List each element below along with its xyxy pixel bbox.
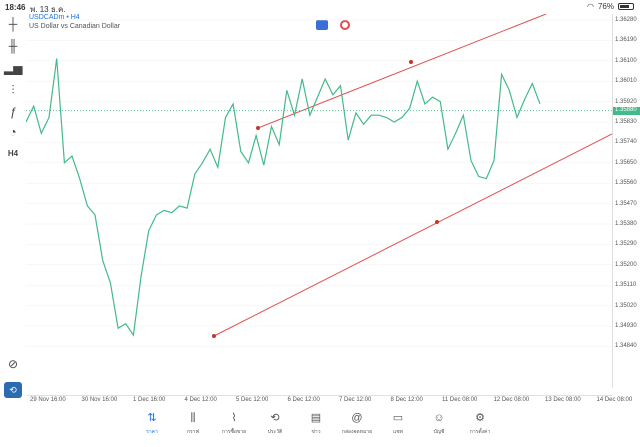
status-bar: 18:46 พ. 13 ธ.ค. ◠ 76% bbox=[0, 0, 640, 14]
indicators-icon[interactable]: ⫶ bbox=[4, 82, 22, 98]
nav-label: การตั้งค่า bbox=[469, 429, 491, 435]
time-tick-label: 4 Dec 12:00 bbox=[184, 397, 217, 403]
price-tick-label: 1.35740 bbox=[615, 139, 637, 146]
time-tick-label: 1 Dec 16:00 bbox=[133, 397, 166, 403]
price-tick-label: 1.34840 bbox=[615, 343, 637, 350]
crosshair-icon[interactable]: ┼ bbox=[4, 16, 22, 32]
price-tick-label: 1.35650 bbox=[615, 159, 637, 166]
price-tick-label: 1.35470 bbox=[615, 200, 637, 207]
bottom-nav: ⇅ ราคา ⫼ กราฟ ⌇ การซื้อขาย ⟲ ประวัติ ▤ ข่าว @ กล่อง… bbox=[130, 408, 510, 447]
time-tick-label: 29 Nov 16:00 bbox=[30, 397, 66, 403]
mailbox-icon: @ bbox=[351, 412, 363, 424]
nav-label: ข่าว bbox=[311, 429, 321, 435]
trendline-anchor[interactable] bbox=[409, 60, 413, 64]
price-tick-label: 1.36010 bbox=[615, 78, 637, 85]
price-tick-label: 1.36190 bbox=[615, 37, 637, 44]
nav-label: บัญชี bbox=[433, 429, 445, 435]
trade-icon: ⌇ bbox=[231, 412, 237, 424]
price-tick-label: 1.36100 bbox=[615, 57, 637, 64]
left-toolbar: ┼ ╫ ▂▅ ⫶ ƒ ◔ H4 ⊘ ⟲ bbox=[0, 14, 26, 404]
battery-icon bbox=[618, 3, 634, 10]
price-tick-label: 1.35380 bbox=[615, 221, 637, 227]
time-tick-label: 13 Dec 08:00 bbox=[545, 397, 581, 403]
chart-area[interactable]: USDCADm • H4 US Dollar vs Canadian Dolla… bbox=[26, 14, 612, 388]
nav-label: ราคา bbox=[146, 429, 158, 435]
price-tick-label: 1.35020 bbox=[615, 302, 637, 309]
status-right: ◠ 76% bbox=[587, 2, 634, 11]
history-icon: ⟲ bbox=[270, 412, 280, 424]
zoom-icon[interactable]: ⊘ bbox=[4, 356, 22, 372]
nav-settings[interactable]: ⚙ การตั้งค่า bbox=[458, 408, 502, 447]
current-price-label: 1.35880 bbox=[613, 106, 640, 115]
battery-percent: 76% bbox=[597, 2, 614, 11]
time-tick-label: 14 Dec 08:00 bbox=[596, 397, 633, 403]
wifi-icon: ◠ bbox=[587, 2, 594, 11]
nav-news[interactable]: ▤ ข่าว bbox=[294, 408, 338, 447]
nav-chat[interactable]: ▭ แชท bbox=[376, 408, 420, 447]
account-icon: ☺ bbox=[433, 412, 445, 424]
price-tick-label: 1.35200 bbox=[615, 261, 637, 268]
trendline-upper[interactable] bbox=[257, 14, 547, 129]
logo-icon[interactable]: ⟲ bbox=[4, 382, 22, 398]
candlestick-icon[interactable]: ╫ bbox=[4, 38, 22, 54]
function-icon[interactable]: ƒ bbox=[4, 104, 22, 120]
price-tick-label: 1.36280 bbox=[615, 17, 637, 23]
nav-account[interactable]: ☺ บัญชี bbox=[417, 408, 461, 447]
price-axis[interactable]: 1.35880 1.36280 1.36190 1.36100 1.36010 1.35… bbox=[612, 14, 640, 388]
time-tick-label: 30 Nov 16:00 bbox=[81, 397, 118, 403]
price-tick-label: 1.35560 bbox=[615, 180, 637, 187]
nav-label: ประวัติ bbox=[267, 429, 283, 435]
price-tick-label: 1.35110 bbox=[615, 282, 637, 289]
chat-icon: ▭ bbox=[392, 412, 404, 424]
bar-chart-icon[interactable]: ▂▅ bbox=[4, 60, 22, 76]
status-time: 18:46 bbox=[5, 3, 26, 12]
price-tick-label: 1.35830 bbox=[615, 119, 637, 125]
nav-label: กราฟ bbox=[186, 429, 200, 435]
trendline-anchor[interactable] bbox=[256, 126, 260, 130]
time-tick-label: 11 Dec 08:00 bbox=[442, 397, 478, 403]
time-tick-label: 12 Dec 08:00 bbox=[493, 397, 530, 403]
price-tick-label: 1.35920 bbox=[615, 98, 637, 105]
time-axis[interactable]: 29 Nov 16:00 30 Nov 16:00 1 Dec 16:00 4 Dec… bbox=[26, 395, 632, 405]
shapes-icon[interactable]: ◔ bbox=[4, 124, 22, 140]
price-tick-label: 1.34930 bbox=[615, 323, 637, 329]
price-tick-label: 1.35290 bbox=[615, 241, 637, 248]
nav-label: กล่องจดหมาย bbox=[341, 429, 373, 435]
settings-icon: ⚙ bbox=[475, 412, 485, 424]
time-tick-label: 7 Dec 12:00 bbox=[339, 397, 372, 403]
quotes-icon: ⇅ bbox=[147, 412, 157, 424]
time-tick-label: 6 Dec 12:00 bbox=[287, 397, 320, 403]
timeframe-button[interactable]: H4 bbox=[4, 146, 22, 162]
news-icon: ▤ bbox=[310, 412, 322, 424]
nav-quotes[interactable]: ⇅ ราคา bbox=[130, 408, 174, 447]
trendline-anchor[interactable] bbox=[212, 334, 216, 338]
time-tick-label: 8 Dec 12:00 bbox=[390, 397, 423, 403]
nav-label: แชท bbox=[393, 429, 403, 435]
price-series-line bbox=[26, 58, 541, 337]
nav-trade[interactable]: ⌇ การซื้อขาย bbox=[212, 408, 256, 447]
trendline-anchor[interactable] bbox=[435, 220, 439, 224]
nav-label: การซื้อขาย bbox=[221, 429, 247, 435]
nav-mailbox[interactable]: @ กล่องจดหมาย bbox=[335, 408, 379, 447]
time-tick-label: 5 Dec 12:00 bbox=[236, 397, 269, 403]
price-chart[interactable] bbox=[26, 14, 612, 388]
nav-chart[interactable]: ⫼ กราฟ bbox=[171, 408, 215, 447]
chart-icon: ⫼ bbox=[190, 412, 196, 424]
nav-history[interactable]: ⟲ ประวัติ bbox=[253, 408, 297, 447]
